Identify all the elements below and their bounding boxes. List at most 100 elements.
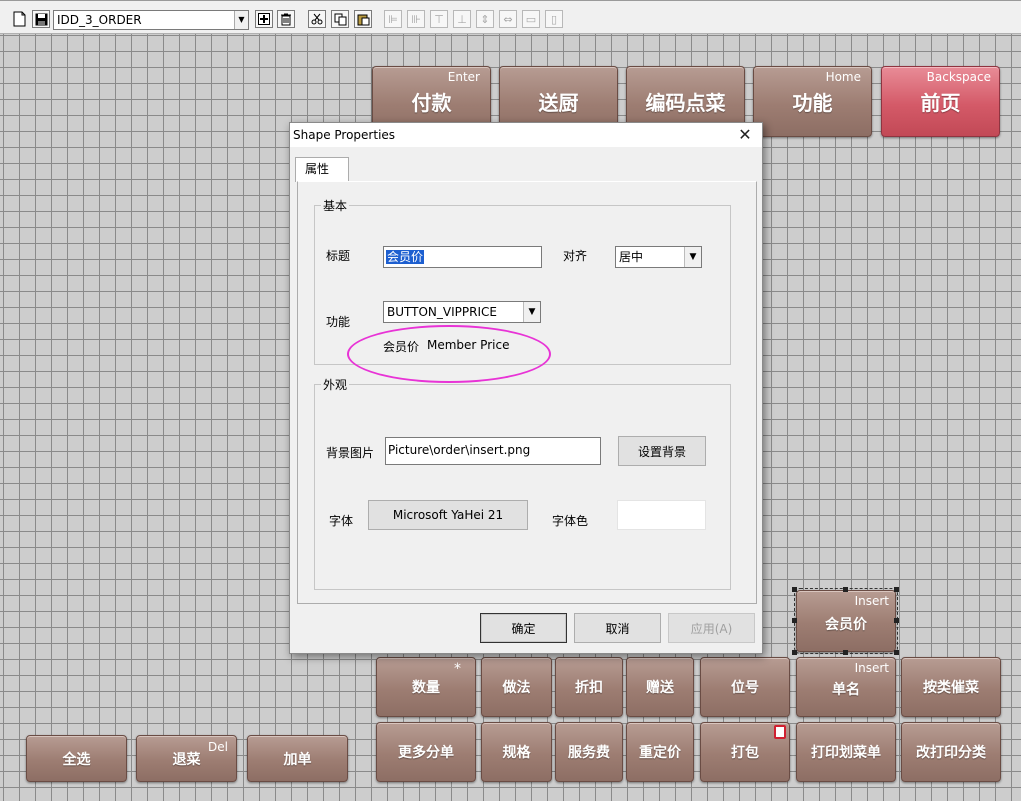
vip-price-button[interactable]: Insert 会员价 <box>794 588 898 654</box>
button-label: 功能 <box>792 91 833 115</box>
button-label: 赠送 <box>646 680 674 696</box>
chevron-down-icon[interactable]: ▼ <box>523 302 540 322</box>
cut-icon[interactable] <box>308 10 326 28</box>
tab-page: 基本 标题 会员价 对齐 居中 ▼ 功能 BUTTON_VIPPRICE ▼ 会… <box>297 181 757 604</box>
same-height-icon: ▯ <box>545 10 563 28</box>
cancel-button[interactable]: 取消 <box>574 613 661 643</box>
layout-select-value: IDD_3_ORDER <box>57 13 142 27</box>
ok-button[interactable]: 确定 <box>480 613 567 643</box>
bg-image-label: 背景图片 <box>326 446 375 460</box>
align-select-value: 居中 <box>619 250 644 264</box>
align-select[interactable]: 居中 ▼ <box>615 246 702 268</box>
button-label: 打包 <box>731 745 759 761</box>
layout-select[interactable]: IDD_3_ORDER ▼ <box>53 10 249 30</box>
resize-handle[interactable] <box>792 618 797 623</box>
category-rush-button[interactable]: 按类催菜 <box>901 657 1001 717</box>
bg-image-input-value: Picture\order\insert.png <box>388 443 531 457</box>
button-label: 退菜 <box>172 751 201 768</box>
button-label: 编码点菜 <box>645 91 726 115</box>
same-width-icon: ▭ <box>522 10 540 28</box>
button-label: 加单 <box>283 751 312 768</box>
appearance-group: 外观 <box>314 376 731 590</box>
button-label: 按类催菜 <box>923 680 979 696</box>
button-label: 会员价 <box>825 617 867 633</box>
function-label: 功能 <box>326 315 351 329</box>
new-document-icon[interactable] <box>10 10 28 28</box>
prev-page-button[interactable]: Backspace 前页 <box>881 66 1000 137</box>
button-label: 全选 <box>62 751 91 768</box>
button-label: 更多分单 <box>398 745 454 761</box>
paste-icon[interactable] <box>354 10 372 28</box>
align-right-icon: ⊪ <box>407 10 425 28</box>
resize-handle[interactable] <box>843 587 848 592</box>
spec-button[interactable]: 规格 <box>481 722 552 782</box>
gift-button[interactable]: 赠送 <box>626 657 694 717</box>
add-order-button[interactable]: 加单 <box>247 735 348 782</box>
return-dish-button[interactable]: Del 退菜 <box>136 735 237 782</box>
button-label: 服务费 <box>568 745 610 761</box>
change-print-category-button[interactable]: 改打印分类 <box>901 722 1001 782</box>
bg-image-input[interactable]: Picture\order\insert.png <box>385 437 601 465</box>
group-label: 外观 <box>321 376 350 393</box>
button-label: 送厨 <box>538 91 579 115</box>
delete-icon[interactable] <box>277 10 295 28</box>
font-button[interactable]: Microsoft YaHei 21 <box>368 500 528 530</box>
pack-button[interactable]: 打包 <box>700 722 790 782</box>
resize-handle[interactable] <box>894 587 899 592</box>
reprice-button[interactable]: 重定价 <box>626 722 694 782</box>
dialog-title: Shape Properties <box>290 123 762 147</box>
group-label: 基本 <box>321 197 350 214</box>
button-label: 数量 <box>412 680 440 696</box>
method-button[interactable]: 做法 <box>481 657 552 717</box>
font-color-swatch[interactable] <box>617 500 706 530</box>
seat-number-button[interactable]: 位号 <box>700 657 790 717</box>
button-label: 付款 <box>411 91 452 115</box>
chevron-down-icon[interactable]: ▼ <box>684 247 701 267</box>
hotkey-label: Enter <box>447 70 480 84</box>
tab-properties[interactable]: 属性 <box>295 157 349 182</box>
resize-handle[interactable] <box>894 650 899 655</box>
align-top-icon: ⊤ <box>430 10 448 28</box>
title-label: 标题 <box>326 249 351 263</box>
close-icon[interactable]: ✕ <box>734 125 756 145</box>
discount-button[interactable]: 折扣 <box>555 657 623 717</box>
function-button[interactable]: Home 功能 <box>753 66 872 137</box>
chevron-down-icon[interactable]: ▼ <box>234 11 248 29</box>
title-input[interactable]: 会员价 <box>383 246 542 268</box>
select-all-button[interactable]: 全选 <box>26 735 127 782</box>
align-left-icon: ⊫ <box>384 10 402 28</box>
button-label: 重定价 <box>639 745 681 761</box>
button-label: 位号 <box>731 680 759 696</box>
more-split-button[interactable]: 更多分单 <box>376 722 476 782</box>
add-icon[interactable] <box>255 10 273 28</box>
save-icon[interactable] <box>32 10 50 28</box>
apply-button: 应用(A) <box>668 613 755 643</box>
center-vertical-icon: ⇕ <box>476 10 494 28</box>
resize-handle[interactable] <box>843 650 848 655</box>
button-label: 规格 <box>502 745 531 761</box>
center-horizontal-icon: ⇔ <box>499 10 517 28</box>
align-bottom-icon: ⊥ <box>453 10 471 28</box>
order-name-button[interactable]: Insert 单名 <box>796 657 896 717</box>
set-background-button[interactable]: 设置背景 <box>618 436 706 466</box>
hotkey-label: Insert <box>854 594 889 608</box>
resize-handle[interactable] <box>792 587 797 592</box>
hotkey-label: Insert <box>854 661 889 675</box>
resize-handle[interactable] <box>894 618 899 623</box>
button-label: 做法 <box>502 680 531 696</box>
shape-properties-dialog: Shape Properties ✕ 属性 基本 标题 会员价 对齐 居中 ▼ … <box>289 122 763 654</box>
resize-handle[interactable] <box>792 650 797 655</box>
print-dish-list-button[interactable]: 打印划菜单 <box>796 722 896 782</box>
button-label: 单名 <box>832 682 860 698</box>
button-label: 前页 <box>920 91 961 115</box>
function-select[interactable]: BUTTON_VIPPRICE ▼ <box>383 301 541 323</box>
button-label: 改打印分类 <box>916 745 986 761</box>
copy-icon[interactable] <box>331 10 349 28</box>
function-select-value: BUTTON_VIPPRICE <box>387 305 497 319</box>
hotkey-label: Del <box>208 740 228 754</box>
quantity-button[interactable]: * 数量 <box>376 657 476 717</box>
service-fee-button[interactable]: 服务费 <box>555 722 623 782</box>
font-color-label: 字体色 <box>552 514 589 528</box>
align-label: 对齐 <box>563 249 588 263</box>
button-label: 折扣 <box>575 680 603 696</box>
